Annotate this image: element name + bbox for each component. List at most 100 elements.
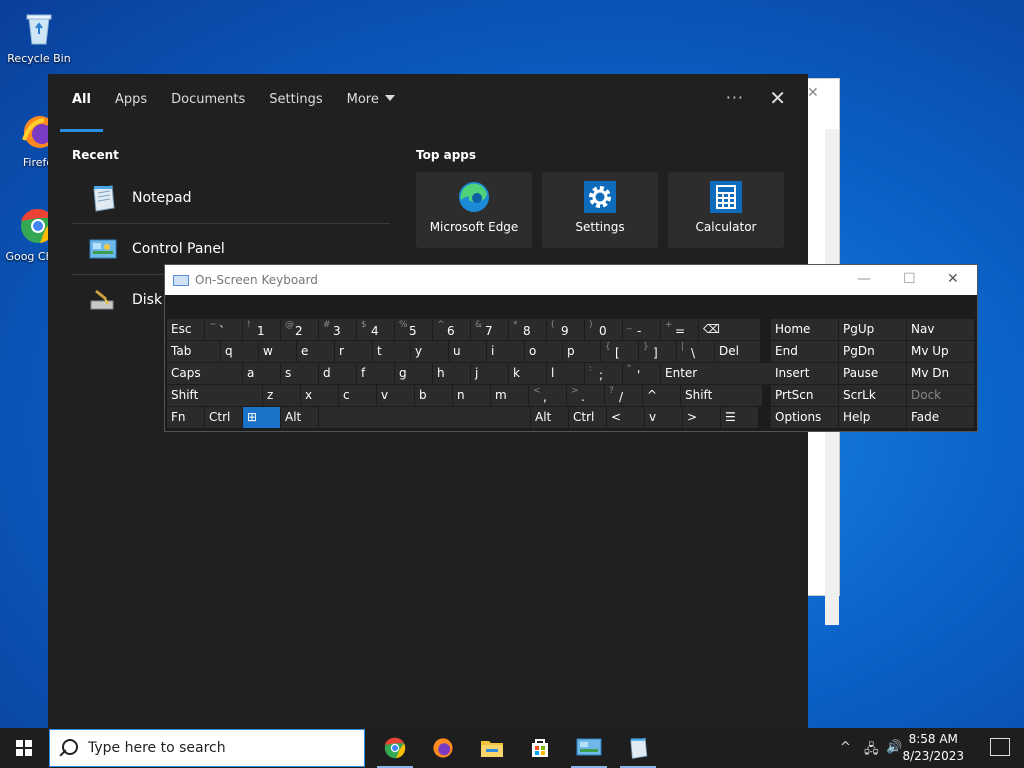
tab-apps[interactable]: Apps: [103, 84, 159, 124]
osk-nav-key[interactable]: Dock: [907, 385, 975, 406]
osk-key[interactable]: " ': [623, 363, 661, 384]
osk-key[interactable]: <,: [529, 385, 567, 406]
notification-icon[interactable]: [990, 738, 1010, 756]
osk-key[interactable]: w: [259, 341, 297, 362]
close-button[interactable]: ✕: [947, 271, 959, 287]
osk-key[interactable]: [319, 407, 531, 428]
osk-key[interactable]: * 8: [509, 319, 547, 340]
osk-nav-key[interactable]: Pause: [839, 363, 907, 384]
osk-key[interactable]: Ctrl: [205, 407, 243, 428]
top-app-settings[interactable]: Settings: [542, 172, 658, 248]
osk-key[interactable]: y: [411, 341, 449, 362]
osk-key[interactable]: Shift: [681, 385, 763, 406]
osk-key[interactable]: p: [563, 341, 601, 362]
taskbar-microsoft-store[interactable]: [516, 728, 564, 768]
taskbar-control-panel[interactable]: [565, 728, 613, 768]
osk-key[interactable]: r: [335, 341, 373, 362]
osk-key[interactable]: Enter: [661, 363, 785, 384]
osk-key[interactable]: ⊞: [243, 407, 281, 428]
osk-key[interactable]: :;: [585, 363, 623, 384]
osk-key[interactable]: Alt: [281, 407, 319, 428]
maximize-button[interactable]: ☐: [903, 271, 916, 287]
osk-key[interactable]: Caps: [167, 363, 243, 384]
osk-key[interactable]: a: [243, 363, 281, 384]
osk-key[interactable]: & 7: [471, 319, 509, 340]
taskbar-notepad[interactable]: [614, 728, 662, 768]
osk-key[interactable]: z: [263, 385, 301, 406]
taskbar-chrome[interactable]: [371, 728, 419, 768]
osk-key[interactable]: ^: [643, 385, 681, 406]
osk-key[interactable]: d: [319, 363, 357, 384]
close-button[interactable]: ✕: [769, 86, 786, 110]
osk-key[interactable]: i: [487, 341, 525, 362]
osk-key[interactable]: k: [509, 363, 547, 384]
osk-nav-key[interactable]: ScrLk: [839, 385, 907, 406]
osk-key[interactable]: >.: [567, 385, 605, 406]
osk-key[interactable]: >: [683, 407, 721, 428]
taskbar-search-input[interactable]: Type here to search: [49, 729, 365, 767]
osk-key[interactable]: Fn: [167, 407, 205, 428]
osk-key[interactable]: }]: [639, 341, 677, 362]
osk-key[interactable]: + =: [661, 319, 699, 340]
osk-key[interactable]: f: [357, 363, 395, 384]
osk-nav-key[interactable]: Mv Dn: [907, 363, 975, 384]
taskbar-firefox[interactable]: [419, 728, 467, 768]
network-icon[interactable]: 🖧: [864, 740, 879, 762]
top-app-calculator[interactable]: Calculator: [668, 172, 784, 248]
osk-key[interactable]: @2: [281, 319, 319, 340]
osk-nav-key[interactable]: PgUp: [839, 319, 907, 340]
osk-key[interactable]: u: [449, 341, 487, 362]
osk-nav-key[interactable]: PrtScn: [771, 385, 839, 406]
osk-key[interactable]: | \: [677, 341, 715, 362]
osk-key[interactable]: $4: [357, 319, 395, 340]
osk-nav-key[interactable]: Mv Up: [907, 341, 975, 362]
osk-key[interactable]: ⌫: [699, 319, 761, 340]
close-icon[interactable]: ✕: [807, 85, 819, 101]
osk-key[interactable]: t: [373, 341, 411, 362]
tab-all[interactable]: All: [60, 84, 103, 132]
osk-nav-key[interactable]: PgDn: [839, 341, 907, 362]
osk-key[interactable]: {[: [601, 341, 639, 362]
osk-key[interactable]: c: [339, 385, 377, 406]
osk-key[interactable]: v: [645, 407, 683, 428]
osk-key[interactable]: m: [491, 385, 529, 406]
osk-key[interactable]: n: [453, 385, 491, 406]
osk-nav-key[interactable]: End: [771, 341, 839, 362]
clock[interactable]: 8:58 AM 8/23/2023: [902, 731, 964, 765]
osk-titlebar[interactable]: On-Screen Keyboard — ☐ ✕: [165, 265, 977, 295]
osk-nav-key[interactable]: Insert: [771, 363, 839, 384]
osk-key[interactable]: e: [297, 341, 335, 362]
tab-settings[interactable]: Settings: [257, 84, 334, 124]
osk-nav-key[interactable]: Home: [771, 319, 839, 340]
more-options-button[interactable]: ···: [726, 88, 744, 107]
tab-documents[interactable]: Documents: [159, 84, 257, 124]
osk-key[interactable]: #3: [319, 319, 357, 340]
osk-key[interactable]: ☰: [721, 407, 759, 428]
osk-key[interactable]: x: [301, 385, 339, 406]
osk-key[interactable]: <: [607, 407, 645, 428]
osk-key[interactable]: h: [433, 363, 471, 384]
osk-nav-key[interactable]: Help: [839, 407, 907, 428]
osk-key[interactable]: ? /: [605, 385, 643, 406]
tab-more[interactable]: More: [335, 84, 407, 124]
osk-key[interactable]: Ctrl: [569, 407, 607, 428]
taskbar-file-explorer[interactable]: [468, 728, 516, 768]
osk-key[interactable]: q: [221, 341, 259, 362]
osk-key[interactable]: Shift: [167, 385, 263, 406]
top-app-microsoft-edge[interactable]: Microsoft Edge: [416, 172, 532, 248]
osk-key[interactable]: % 5: [395, 319, 433, 340]
osk-key[interactable]: ! 1: [243, 319, 281, 340]
osk-key[interactable]: ~ `: [205, 319, 243, 340]
osk-key[interactable]: j: [471, 363, 509, 384]
osk-key[interactable]: Esc: [167, 319, 205, 340]
osk-key[interactable]: g: [395, 363, 433, 384]
osk-key[interactable]: v: [377, 385, 415, 406]
on-screen-keyboard-window[interactable]: On-Screen Keyboard — ☐ ✕ Esc ~ `! 1 @2 #3 $4% 5…: [164, 264, 978, 432]
osk-nav-key[interactable]: Fade: [907, 407, 975, 428]
osk-key[interactable]: Tab: [167, 341, 221, 362]
start-button[interactable]: [0, 728, 48, 768]
osk-key[interactable]: ^ 6: [433, 319, 471, 340]
osk-key[interactable]: Del: [715, 341, 761, 362]
osk-key[interactable]: s: [281, 363, 319, 384]
desktop-icon-recycle-bin[interactable]: Recycle Bin: [1, 8, 77, 65]
